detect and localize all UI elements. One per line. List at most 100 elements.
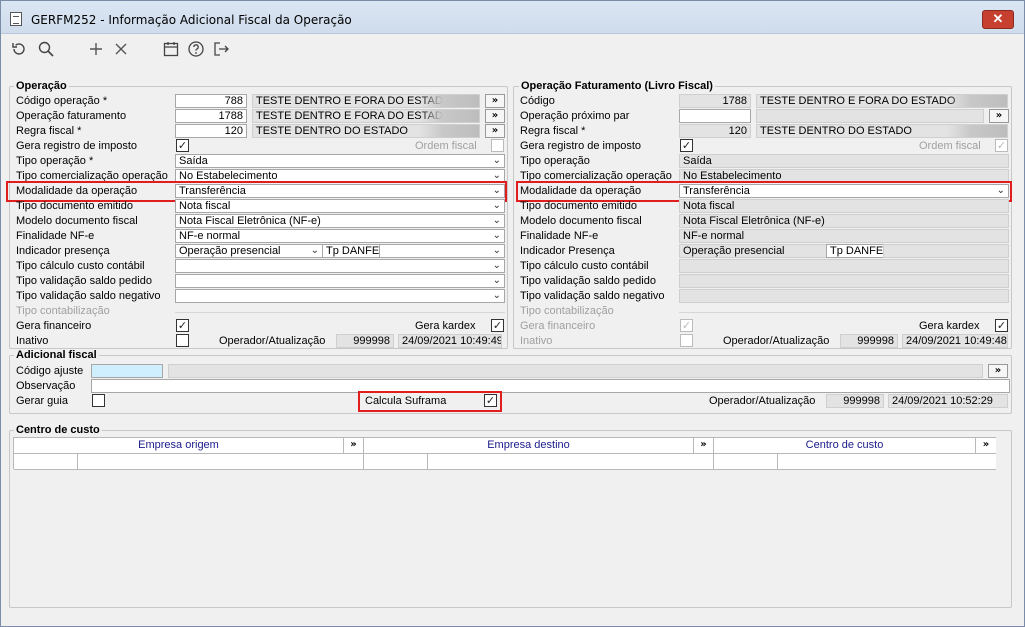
finalidade-select[interactable]: NF-e normal ⌄ — [175, 229, 505, 243]
fat-operador-value: 999998 — [840, 334, 898, 348]
fat-gera-kardex-checkbox[interactable]: ✓ — [995, 319, 1008, 332]
inativo-checkbox[interactable] — [176, 334, 189, 347]
fat-operador-label: Operador/Atualização — [723, 335, 830, 347]
calendar-icon[interactable] — [162, 40, 180, 58]
col-empresa-origem[interactable]: Empresa origem — [14, 438, 344, 454]
adicional-operador-label: Operador/Atualização — [709, 395, 816, 407]
fat-custo-contabil-value — [679, 259, 1009, 273]
chevron-down-icon: ⌄ — [492, 245, 501, 256]
tipo-documento-select[interactable]: Nota fiscal ⌄ — [175, 199, 505, 213]
validacao-pedido-label: Tipo validação saldo pedido — [16, 275, 152, 287]
inativo-label: Inativo — [16, 335, 49, 347]
document-icon — [10, 12, 22, 26]
fat-gera-registro-checkbox[interactable]: ✓ — [680, 139, 693, 152]
codigo-ajuste-input[interactable] — [91, 364, 163, 378]
regra-fiscal-input[interactable]: 120 — [175, 124, 247, 138]
window-title: GERFM252 - Informação Adicional Fiscal d… — [31, 13, 352, 27]
fat-indicador-value: Operação presencial — [679, 244, 827, 258]
row-empresa-origem-code[interactable] — [14, 454, 78, 470]
exit-icon[interactable] — [212, 40, 230, 58]
fat-gera-financeiro-label: Gera financeiro — [520, 320, 596, 332]
fat-modelo-documento-value: Nota Fiscal Eletrônica (NF-e) — [679, 214, 1009, 228]
search-icon[interactable] — [37, 40, 55, 58]
chevron-down-icon: ⌄ — [492, 155, 501, 166]
fat-validacao-negativo-label: Tipo validação saldo negativo — [520, 290, 665, 302]
col-empresa-destino[interactable]: Empresa destino — [364, 438, 694, 454]
empresa-destino-lookup-button[interactable]: » — [694, 438, 714, 454]
close-button[interactable]: ✕ — [982, 10, 1014, 29]
add-icon[interactable] — [87, 40, 105, 58]
proximo-par-lookup-button[interactable]: » — [989, 109, 1009, 123]
fat-codigo-desc: TESTE DENTRO E FORA DO ESTADO — [756, 94, 1008, 108]
fat-tipo-operacao-label: Tipo operação — [520, 155, 590, 167]
gerar-guia-checkbox[interactable] — [92, 394, 105, 407]
codigo-ajuste-desc — [168, 364, 983, 378]
regra-fiscal-lookup-button[interactable]: » — [485, 124, 505, 138]
gera-kardex-label: Gera kardex — [415, 320, 476, 332]
fat-validacao-negativo-value — [679, 289, 1009, 303]
observacao-input[interactable] — [91, 379, 1010, 393]
chevron-down-icon: ⌄ — [492, 260, 501, 271]
custo-contabil-select[interactable]: ⌄ — [175, 259, 505, 273]
contabilizacao-label: Tipo contabilização — [16, 305, 110, 317]
codigo-operacao-lookup-button[interactable]: » — [485, 94, 505, 108]
operacao-faturamento-desc: TESTE DENTRO E FORA DO ESTADO I — [252, 109, 480, 123]
modelo-documento-value: Nota Fiscal Eletrônica (NF-e) — [179, 215, 321, 227]
fat-custo-contabil-label: Tipo cálculo custo contábil — [520, 260, 649, 272]
codigo-ajuste-lookup-button[interactable]: » — [988, 364, 1008, 378]
fat-indicador-label: Indicador Presença — [520, 245, 615, 257]
fat-regra-value: 120 — [679, 124, 751, 138]
operacao-faturamento-lookup-button[interactable]: » — [485, 109, 505, 123]
chevron-down-icon: ⌄ — [492, 290, 501, 301]
centro-custo-title: Centro de custo — [14, 424, 102, 436]
gera-kardex-checkbox[interactable]: ✓ — [491, 319, 504, 332]
fat-ordem-fiscal-checkbox: ✓ — [995, 139, 1008, 152]
operacao-title: Operação — [14, 80, 69, 92]
observacao-label: Observação — [16, 380, 76, 392]
fat-tp-danfe-value — [883, 244, 1009, 258]
indicador-presenca-label: Indicador presença — [16, 245, 110, 257]
operador-value: 999998 — [336, 334, 394, 348]
col-centro-custo[interactable]: Centro de custo — [714, 438, 976, 454]
fat-validacao-pedido-label: Tipo validação saldo pedido — [520, 275, 656, 287]
validacao-negativo-label: Tipo validação saldo negativo — [16, 290, 161, 302]
centro-custo-lookup-button[interactable]: » — [976, 438, 996, 454]
codigo-ajuste-label: Código ajuste — [16, 365, 84, 377]
row-centro-custo-name[interactable] — [778, 454, 996, 470]
operacao-faturamento-input[interactable]: 1788 — [175, 109, 247, 123]
fat-finalidade-value: NF-e normal — [679, 229, 1009, 243]
row-empresa-origem-name[interactable] — [78, 454, 364, 470]
row-empresa-destino-code[interactable] — [364, 454, 428, 470]
gera-financeiro-label: Gera financeiro — [16, 320, 92, 332]
tp-danfe-select[interactable]: ⌄ — [379, 244, 505, 258]
tipo-operacao-select[interactable]: Saída ⌄ — [175, 154, 505, 168]
modelo-documento-select[interactable]: Nota Fiscal Eletrônica (NF-e) ⌄ — [175, 214, 505, 228]
help-icon[interactable] — [187, 40, 205, 58]
faturamento-title: Operação Faturamento (Livro Fiscal) — [519, 80, 715, 92]
validacao-negativo-select[interactable]: ⌄ — [175, 289, 505, 303]
fat-tipo-documento-label: Tipo documento emitido — [520, 200, 637, 212]
fat-validacao-pedido-value — [679, 274, 1009, 288]
toolbar — [1, 35, 1024, 63]
delete-icon[interactable] — [112, 40, 130, 58]
empresa-origem-lookup-button[interactable]: » — [344, 438, 364, 454]
fat-modelo-documento-label: Modelo documento fiscal — [520, 215, 642, 227]
fat-ordem-fiscal-label: Ordem fiscal — [919, 140, 981, 152]
row-empresa-destino-name[interactable] — [428, 454, 714, 470]
fat-codigo-value: 1788 — [679, 94, 751, 108]
gera-registro-checkbox[interactable]: ✓ — [176, 139, 189, 152]
tipo-documento-label: Tipo documento emitido — [16, 200, 133, 212]
refresh-icon[interactable] — [10, 40, 28, 58]
fat-gera-kardex-label: Gera kardex — [919, 320, 980, 332]
fat-inativo-checkbox — [680, 334, 693, 347]
proximo-par-input[interactable] — [679, 109, 751, 123]
proximo-par-label: Operação próximo par — [520, 110, 630, 122]
gera-financeiro-checkbox[interactable]: ✓ — [176, 319, 189, 332]
contabilizacao-divider — [175, 312, 505, 313]
ordem-fiscal-checkbox[interactable] — [491, 139, 504, 152]
indicador-presenca-select[interactable]: Operação presencial ⌄ — [175, 244, 323, 258]
row-centro-custo-code[interactable] — [714, 454, 778, 470]
tipo-operacao-value: Saída — [179, 155, 208, 167]
validacao-pedido-select[interactable]: ⌄ — [175, 274, 505, 288]
codigo-operacao-input[interactable]: 788 — [175, 94, 247, 108]
